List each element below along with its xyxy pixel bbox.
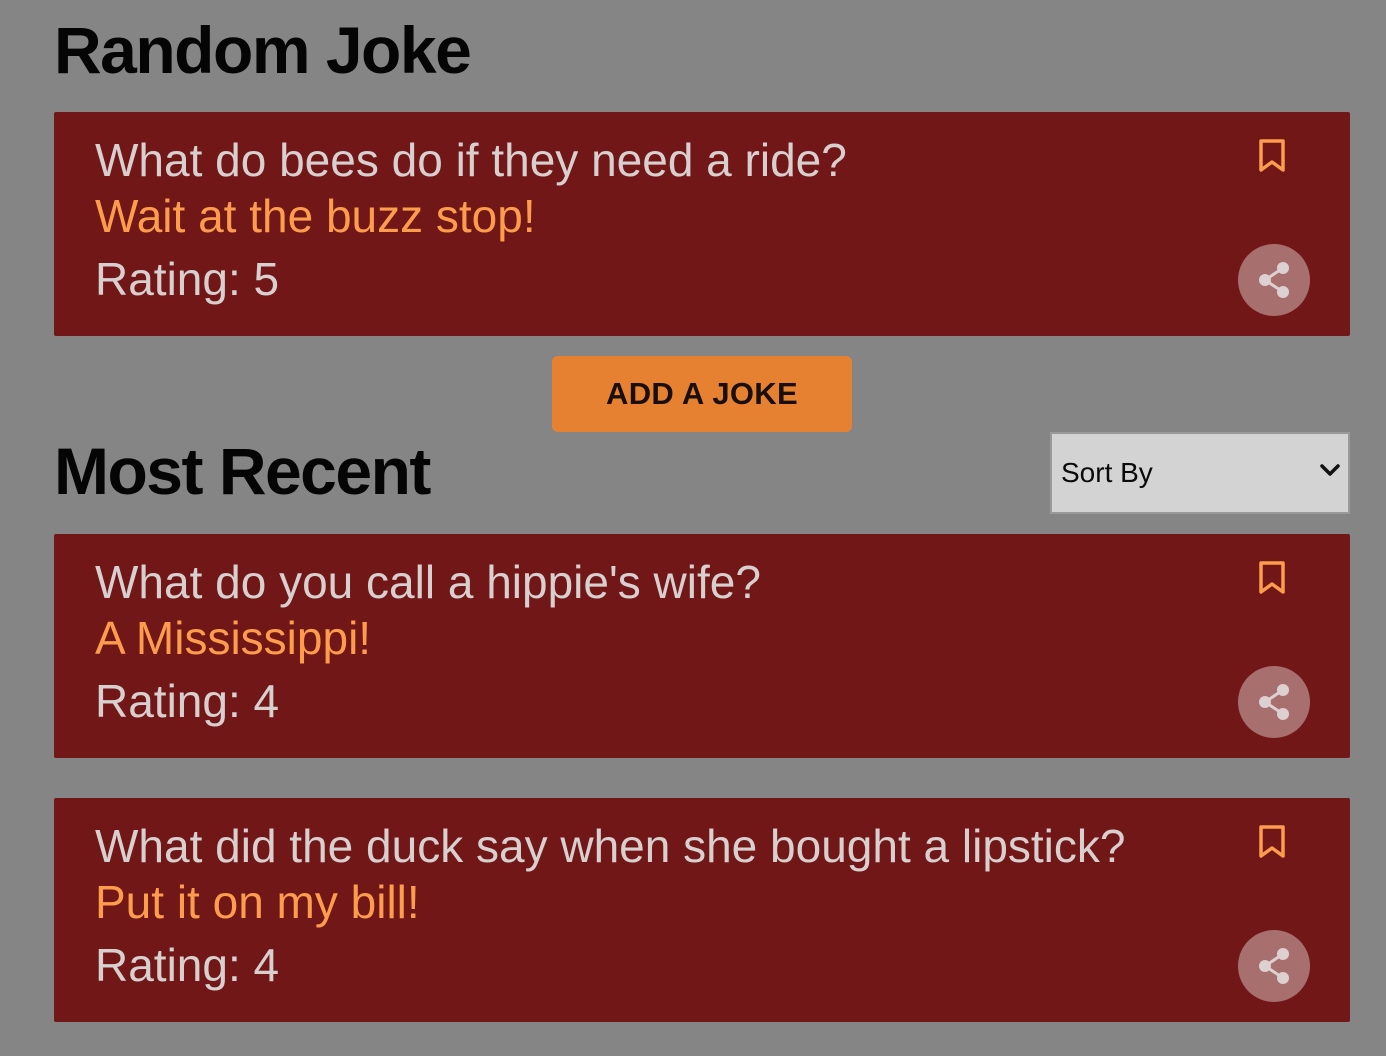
joke-question: What do bees do if they need a ride? [95,134,847,186]
joke-answer: Wait at the buzz stop! [95,190,536,242]
share-icon [1259,948,1289,984]
recent-joke-card: What do you call a hippie's wife? A Miss… [54,534,1350,758]
share-icon [1259,684,1289,720]
recent-joke-card: What did the duck say when she bought a … [54,798,1350,1022]
most-recent-heading: Most Recent [54,434,431,508]
joke-rating: Rating: 4 [95,939,280,991]
bookmark-button[interactable] [1252,558,1292,598]
add-joke-button[interactable]: ADD A JOKE [552,356,852,432]
bookmark-icon [1259,139,1285,172]
sort-by-select[interactable]: Sort By [1050,432,1350,514]
joke-rating: Rating: 5 [95,253,280,305]
share-button[interactable] [1238,930,1310,1002]
share-button[interactable] [1238,244,1310,316]
share-icon [1259,262,1289,298]
random-joke-card: What do bees do if they need a ride? Wai… [54,112,1350,336]
joke-answer: A Mississippi! [95,612,372,664]
share-button[interactable] [1238,666,1310,738]
joke-question: What do you call a hippie's wife? [95,556,761,608]
joke-answer: Put it on my bill! [95,876,420,928]
sort-by-selected-value: Sort By [1061,457,1153,488]
bookmark-icon [1259,825,1285,858]
bookmark-button[interactable] [1252,822,1292,862]
bookmark-button[interactable] [1252,136,1292,176]
bookmark-icon [1259,561,1285,594]
chevron-down-icon [1320,464,1340,476]
joke-rating: Rating: 4 [95,675,280,727]
random-joke-heading: Random Joke [54,13,472,87]
joke-question: What did the duck say when she bought a … [95,820,1126,872]
